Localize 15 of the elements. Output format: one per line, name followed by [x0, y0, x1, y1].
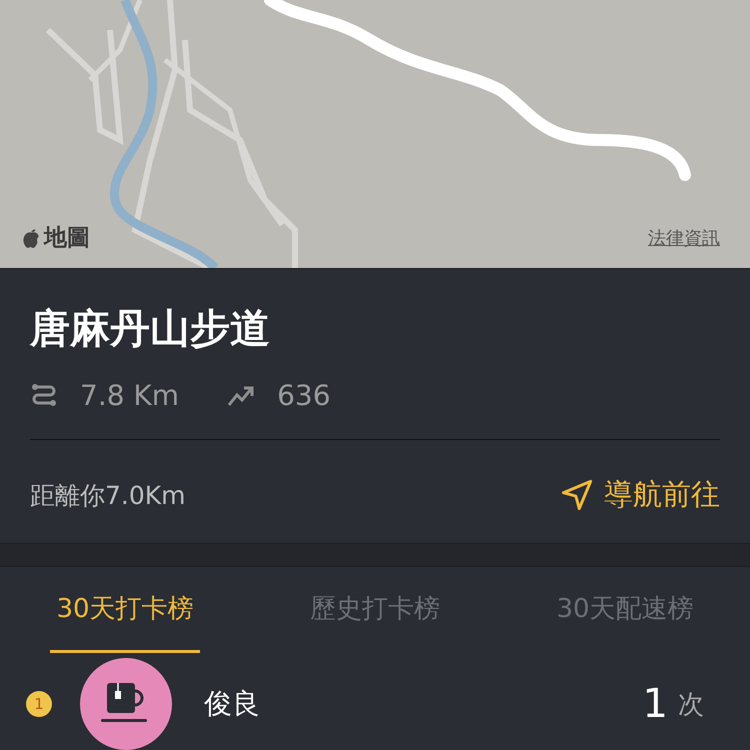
navigation-arrow-icon [560, 478, 594, 512]
check-in-count: 1 [642, 681, 668, 727]
count-unit: 次 [678, 688, 704, 722]
leaderboard-tab[interactable]: 歷史打卡榜 [300, 567, 450, 653]
trail-name: 唐麻丹山步道 [30, 305, 271, 353]
route-icon [30, 381, 58, 409]
navigate-button[interactable]: 導航前往 [560, 475, 720, 515]
rank-badge: 1 [26, 691, 52, 717]
distance-from-you: 距離你7.0Km [30, 480, 186, 512]
map-label: 地圖 [44, 224, 90, 253]
distance-value: 7.8 Km [80, 378, 180, 412]
leaderboard-tab[interactable]: 30天配速榜 [550, 567, 700, 653]
elevation-value: 636 [277, 378, 331, 412]
legal-info-link[interactable]: 法律資訊 [648, 226, 720, 250]
user-name: 俊良 [204, 686, 261, 722]
